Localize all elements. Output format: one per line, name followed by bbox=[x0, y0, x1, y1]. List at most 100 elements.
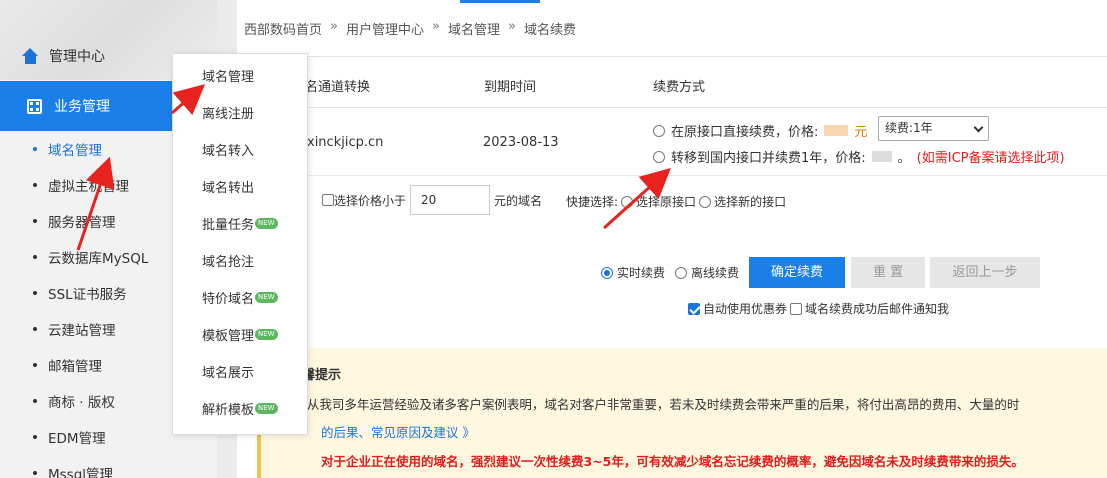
transfer-renew-radio[interactable] bbox=[653, 150, 665, 163]
quick-old-label: 选择原接口 bbox=[636, 195, 697, 209]
email-notify-checkbox[interactable] bbox=[790, 302, 803, 315]
management-center-label: 管理中心 bbox=[49, 49, 105, 65]
home-icon bbox=[22, 48, 39, 64]
realtime-radio[interactable] bbox=[601, 266, 613, 279]
sidebar-item-label: Mssql管理 bbox=[48, 467, 114, 478]
breadcrumb-domain[interactable]: 域名管理 bbox=[448, 19, 500, 38]
renew-years-select[interactable]: 续费:1年 bbox=[878, 116, 989, 141]
confirm-renew-button[interactable]: 确定续费 bbox=[749, 257, 846, 288]
price-filter-suffix: 元的域名 bbox=[494, 193, 543, 208]
extra-options: 自动使用优惠券 域名续费成功后邮件通知我 bbox=[688, 300, 949, 317]
back-button[interactable]: 返回上一步 bbox=[930, 257, 1041, 288]
renew-direct-label: 在原接口直接续费，价格: bbox=[671, 125, 819, 140]
offline-label: 离线续费 bbox=[691, 266, 740, 280]
renew-direct-radio[interactable] bbox=[653, 124, 665, 137]
domain-submenu: 域名管理 离线注册 域名转入 域名转出 批量任务 NEW 域名抢注 特价域名 NEW… bbox=[172, 53, 308, 435]
divider bbox=[237, 175, 1107, 176]
sidebar-item-mssql[interactable]: Mssql管理 bbox=[0, 455, 217, 478]
new-badge: NEW bbox=[255, 292, 278, 303]
new-badge: NEW bbox=[255, 329, 278, 340]
sidebar-item-label: 商标 · 版权 bbox=[48, 395, 115, 411]
header-channel: 名通道转换 bbox=[305, 80, 371, 95]
bullet-icon bbox=[33, 399, 37, 403]
header-expire: 到期时间 bbox=[484, 80, 537, 95]
submenu-item-label: 批量任务 bbox=[202, 218, 255, 233]
business-management-label: 业务管理 bbox=[54, 99, 110, 115]
submenu-item-label: 特价域名 bbox=[202, 292, 255, 307]
email-notify-label: 域名续费成功后邮件通知我 bbox=[805, 302, 950, 316]
reset-button[interactable]: 重 置 bbox=[851, 257, 926, 288]
sidebar-item-label: 邮箱管理 bbox=[48, 359, 102, 375]
price-filter: 选择价格小于 20 元的域名 bbox=[322, 185, 542, 215]
chevron-down-icon bbox=[973, 122, 984, 133]
tips-panel: 温馨提示 1. 从我司多年运营经验及诸多客户案例表明，域名对客户非常重要，若未及… bbox=[257, 348, 1107, 478]
tips-link[interactable]: 的后果、常见原因及建议 》 bbox=[321, 422, 475, 441]
sidebar-item-label: SSL证书服务 bbox=[48, 287, 127, 303]
offline-radio[interactable] bbox=[675, 266, 688, 279]
tips-line-1: 1. 从我司多年运营经验及诸多客户案例表明，域名对客户非常重要，若未及时续费会带… bbox=[291, 397, 1020, 412]
submenu-item-label: 域名管理 bbox=[202, 70, 255, 85]
submenu-item-label: 离线注册 bbox=[202, 107, 255, 122]
management-center-link[interactable]: 管理中心 bbox=[22, 46, 105, 66]
bullet-icon bbox=[33, 363, 37, 367]
submenu-item-template-manage[interactable]: 模板管理 NEW bbox=[173, 316, 307, 353]
domain-name: xinckjicp.cn bbox=[307, 135, 384, 150]
breadcrumb-user-center[interactable]: 用户管理中心 bbox=[346, 19, 424, 38]
expire-date: 2023-08-13 bbox=[483, 135, 559, 150]
submenu-item-dns-template[interactable]: 解析模板 NEW bbox=[173, 390, 307, 427]
price-input[interactable]: 20 bbox=[410, 185, 491, 215]
submenu-item-label: 域名转出 bbox=[202, 181, 255, 196]
sidebar-item-label: 域名管理 bbox=[48, 143, 102, 159]
grid-icon bbox=[27, 98, 42, 114]
price-filter-label: 选择价格小于 bbox=[334, 193, 407, 208]
breadcrumb: 西部数码首页 » 用户管理中心 » 域名管理 » 域名续费 bbox=[244, 19, 576, 38]
bullet-icon bbox=[33, 219, 37, 223]
submenu-item-domain-manage[interactable]: 域名管理 bbox=[173, 57, 307, 94]
submenu-item-special-domain[interactable]: 特价域名 NEW bbox=[173, 279, 307, 316]
submenu-item-batch-task[interactable]: 批量任务 NEW bbox=[173, 205, 307, 242]
sidebar-item-label: 虚拟主机管理 bbox=[48, 179, 129, 195]
submenu-item-transfer-out[interactable]: 域名转出 bbox=[173, 168, 307, 205]
bullet-icon bbox=[33, 255, 37, 259]
quick-new-label: 选择新的接口 bbox=[714, 195, 787, 209]
bullet-icon bbox=[33, 147, 37, 151]
bullet-icon bbox=[33, 183, 37, 187]
main-content: 西部数码首页 » 用户管理中心 » 域名管理 » 域名续费 名通道转换 到期时间… bbox=[217, 0, 1107, 478]
price-filter-checkbox[interactable] bbox=[322, 194, 334, 206]
tips-warning: 对于企业正在使用的域名，强烈建议一次性续费3~5年，可有效减少域名忘记续费的概率… bbox=[321, 454, 1024, 469]
auto-coupon-label: 自动使用优惠券 bbox=[703, 302, 788, 316]
transfer-renew-option[interactable]: 转移到国内接口并续费1年，价格: 。 (如需ICP备案请选择此项) bbox=[653, 147, 1065, 166]
transfer-renew-suffix: 。 bbox=[897, 151, 911, 166]
submenu-item-label: 解析模板 bbox=[202, 403, 255, 418]
auto-coupon-checkbox[interactable] bbox=[688, 302, 700, 315]
bullet-icon bbox=[33, 291, 37, 295]
sidebar-item-label: 云数据库MySQL bbox=[48, 251, 149, 267]
realtime-label: 实时续费 bbox=[617, 266, 666, 280]
submenu-item-backorder[interactable]: 域名抢注 bbox=[173, 242, 307, 279]
breadcrumb-separator: » bbox=[432, 19, 440, 34]
submenu-item-transfer-in[interactable]: 域名转入 bbox=[173, 131, 307, 168]
price-redacted bbox=[871, 151, 892, 162]
submenu-item-label: 域名展示 bbox=[202, 366, 255, 381]
submenu-item-offline-register[interactable]: 离线注册 bbox=[173, 94, 307, 131]
price-unit: 元 bbox=[854, 125, 868, 140]
new-badge: NEW bbox=[255, 218, 278, 229]
quick-old-radio[interactable] bbox=[621, 195, 634, 208]
submenu-item-label: 域名抢注 bbox=[202, 255, 255, 270]
breadcrumb-current: 域名续费 bbox=[523, 23, 576, 38]
submenu-item-label: 域名转入 bbox=[202, 144, 255, 159]
active-tab-indicator bbox=[460, 0, 540, 3]
quick-new-radio[interactable] bbox=[699, 195, 712, 208]
renew-direct-option[interactable]: 在原接口直接续费，价格: 元 bbox=[653, 121, 867, 140]
submenu-item-label: 模板管理 bbox=[202, 329, 255, 344]
bullet-icon bbox=[33, 327, 37, 331]
divider bbox=[237, 56, 1107, 57]
icp-note: (如需ICP备案请选择此项) bbox=[916, 151, 1065, 166]
action-bar: 实时续费 离线续费 确定续费 重 置 返回上一步 bbox=[601, 257, 1041, 288]
transfer-renew-label: 转移到国内接口并续费1年，价格: bbox=[671, 151, 866, 166]
submenu-item-domain-showcase[interactable]: 域名展示 bbox=[173, 353, 307, 390]
top-indicator bbox=[237, 0, 1107, 4]
breadcrumb-separator: » bbox=[330, 19, 338, 34]
select-value: 续费:1年 bbox=[885, 121, 933, 135]
breadcrumb-home[interactable]: 西部数码首页 bbox=[244, 19, 322, 38]
